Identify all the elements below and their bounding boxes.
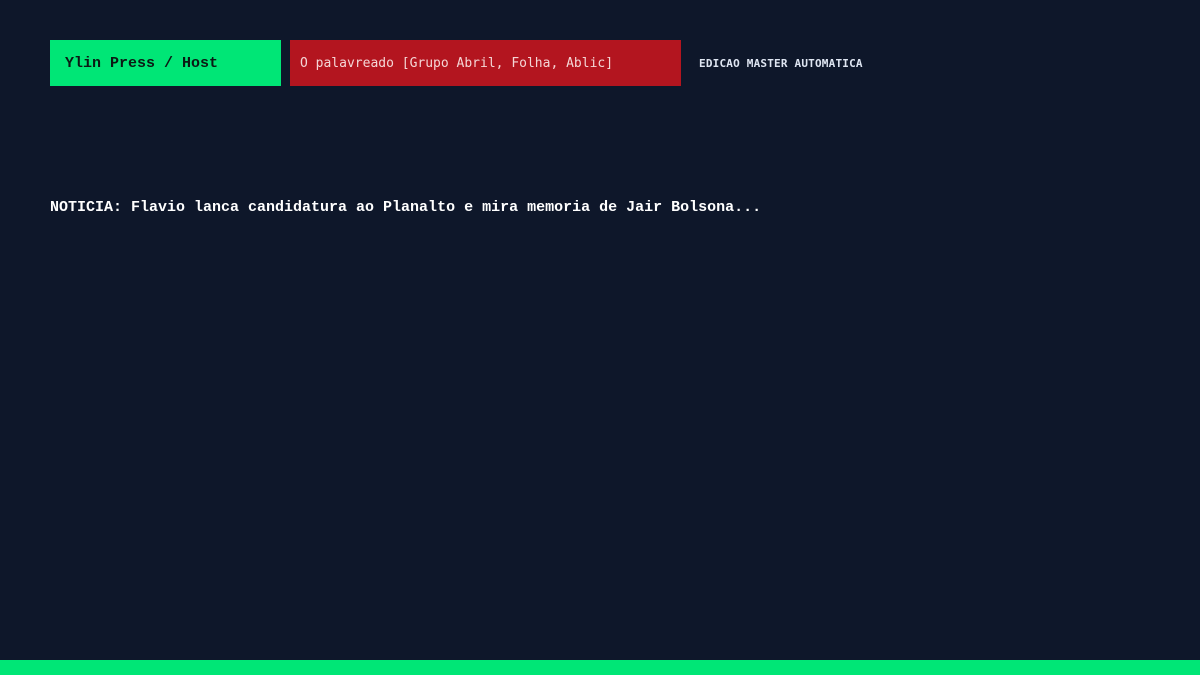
source-label: O palavreado [Grupo Abril, Folha, Ablic] <box>300 55 614 71</box>
host-tab[interactable]: Ylin Press / Host <box>50 40 281 86</box>
source-tab[interactable]: O palavreado [Grupo Abril, Folha, Ablic] <box>290 40 681 86</box>
bottom-accent-bar <box>0 660 1200 675</box>
news-headline: NOTICIA: Flavio lanca candidatura ao Pla… <box>50 199 762 216</box>
host-label: Ylin Press / Host <box>65 54 219 72</box>
edition-label: EDICAO MASTER AUTOMATICA <box>699 56 863 70</box>
header-bar: Ylin Press / Host O palavreado [Grupo Ab… <box>50 40 863 86</box>
